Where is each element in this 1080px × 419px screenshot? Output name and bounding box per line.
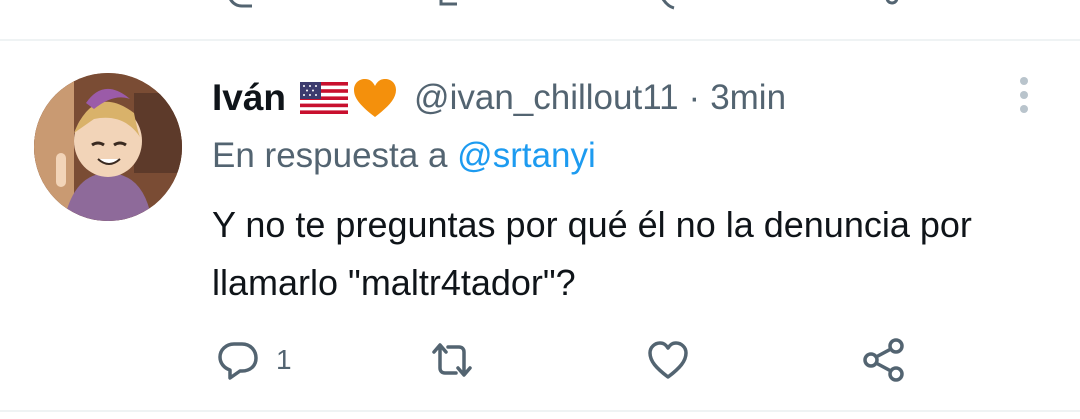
retweet-icon[interactable] [437,0,477,10]
like-icon[interactable] [652,0,692,10]
reply-icon [218,342,258,380]
tweet-text: Y no te preguntas por qué él no la denun… [212,204,972,303]
top-divider [0,39,1080,41]
tweet-actions: 1 [0,336,1080,384]
timestamp[interactable]: 3min [710,78,786,118]
orange-heart-icon [354,79,397,117]
retweet-icon [432,343,472,377]
share-icon[interactable] [862,0,902,10]
reply-icon[interactable] [222,0,262,10]
replying-to: En respuesta a @srtanyi [212,136,596,176]
avatar[interactable] [34,73,182,221]
tweet-header: Iván @ivan_chillout11 · 3min [212,74,786,122]
header-separator: · [688,78,701,117]
more-options-icon[interactable] [1012,75,1036,115]
author-name[interactable]: Iván [212,77,286,119]
avatar-image [34,73,182,221]
reply-prefix: En respuesta a [212,136,448,175]
author-handle[interactable]: @ivan_chillout11 [414,78,678,118]
share-icon [863,338,904,382]
like-button[interactable] [646,338,706,382]
bottom-divider [0,410,1080,412]
reply-count: 1 [276,344,292,375]
retweet-button[interactable] [430,338,490,382]
reply-button[interactable]: 1 [216,338,292,382]
previous-tweet-actions [0,0,1080,10]
us-flag-icon [300,82,349,114]
like-icon [648,341,688,379]
share-button[interactable] [862,338,906,382]
reply-mention-link[interactable]: @srtanyi [457,136,596,175]
